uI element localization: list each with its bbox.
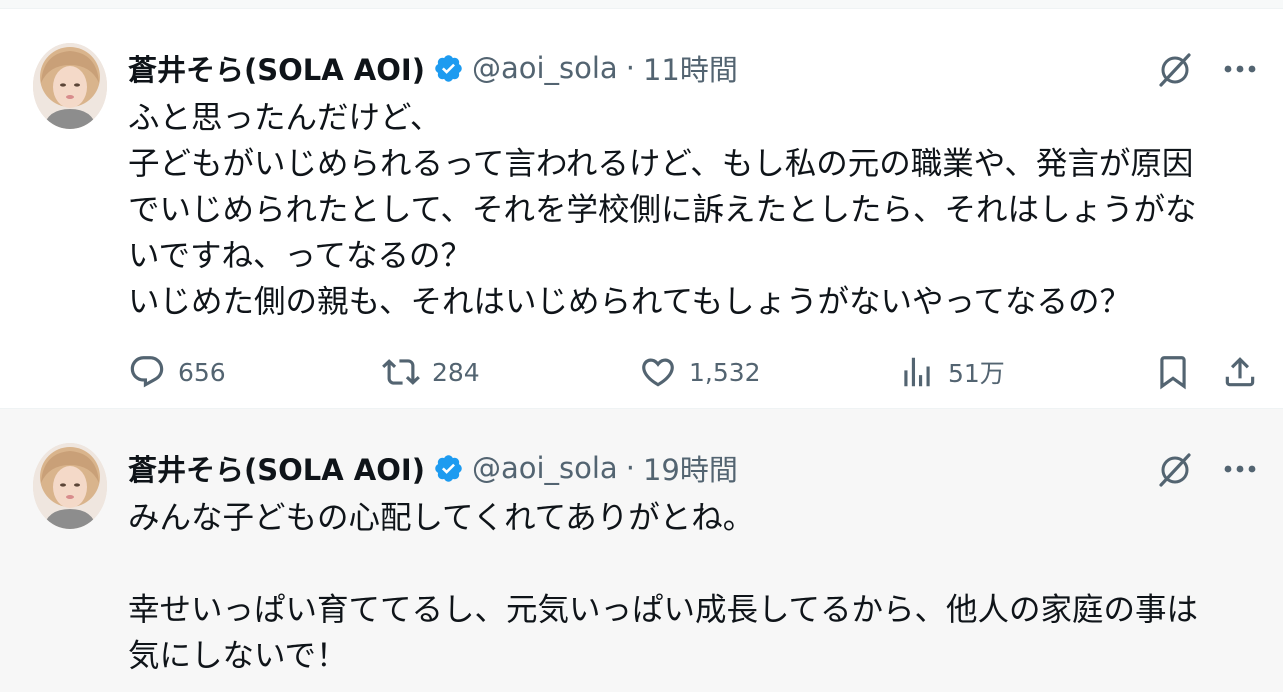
tweet-line: ふと思ったんだけど、	[128, 100, 442, 136]
author-handle[interactable]: @aoi_sola	[472, 451, 618, 485]
tweet-text: ふと思ったんだけど、 子どもがいじめられるって言われるけど、もし私の元の職業や、…	[128, 95, 1253, 325]
share-icon	[1225, 357, 1255, 387]
views-icon	[904, 357, 930, 387]
tweet-text: みんな子どもの心配してくれてありがとね。 幸せいっぱい育ててるし、元気いっぱい成…	[128, 495, 1253, 679]
tweet-line: 幸せいっぱい育ててるし、元気いっぱい成長してるから、他人の家庭の事は	[128, 592, 1199, 628]
retweet-button[interactable]: 284	[382, 353, 480, 391]
views-count: 51万	[948, 359, 1005, 388]
top-divider	[0, 0, 1283, 9]
tweet-header: 蒼井そら(SOLA AOI) @aoi_sola · 11時間	[128, 49, 738, 87]
author-name[interactable]: 蒼井そら(SOLA AOI)	[128, 447, 425, 489]
reply-count: 656	[178, 357, 226, 387]
retweet-icon	[382, 359, 420, 385]
bookmark-button[interactable]	[1154, 353, 1204, 391]
verified-badge-icon[interactable]	[433, 53, 464, 84]
verified-badge-icon[interactable]	[433, 453, 464, 484]
retweet-count: 284	[432, 357, 480, 387]
tweet-line: みんな子どもの心配してくれてありがとね。	[128, 500, 755, 536]
like-button[interactable]: 1,532	[639, 353, 761, 391]
separator: ·	[625, 451, 635, 485]
bookmark-icon	[1160, 356, 1186, 390]
tweet-header: 蒼井そら(SOLA AOI) @aoi_sola · 19時間	[128, 449, 738, 487]
tweet-line: でいじめられたとして、それを学校側に訴えたとしたら、それはしょうがな	[128, 192, 1197, 228]
heart-icon	[642, 358, 674, 387]
reply-button[interactable]: 656	[128, 353, 226, 391]
tweet-2[interactable]: 蒼井そら(SOLA AOI) @aoi_sola · 19時間 みんな子どもの心…	[0, 409, 1283, 692]
views-button[interactable]: 51万	[898, 353, 1005, 391]
tweet-line	[128, 541, 1253, 587]
author-handle[interactable]: @aoi_sola	[472, 51, 618, 85]
share-button[interactable]	[1221, 353, 1271, 391]
tweet-line: 気にしないで！	[128, 638, 348, 674]
tweet-actions: 656 284 1,532 51万	[128, 349, 1256, 395]
tweet-header-actions	[1155, 449, 1257, 489]
timestamp[interactable]: 19時間	[643, 447, 738, 489]
timestamp[interactable]: 11時間	[643, 47, 738, 89]
tweet-header-actions	[1155, 49, 1257, 89]
tweet-line: いですね、ってなるの？	[128, 238, 472, 274]
tweet-line: いじめた側の親も、それはいじめられてもしょうがないやってなるの？	[128, 284, 1131, 320]
reply-icon	[130, 356, 164, 388]
like-count: 1,532	[689, 357, 761, 387]
author-name[interactable]: 蒼井そら(SOLA AOI)	[128, 47, 425, 89]
avatar[interactable]	[33, 443, 107, 529]
grok-icon[interactable]	[1155, 49, 1195, 89]
separator: ·	[625, 51, 635, 85]
grok-icon[interactable]	[1155, 449, 1195, 489]
avatar[interactable]	[33, 43, 107, 129]
tweet-line: 子どもがいじめられるって言われるけど、もし私の元の職業や、発言が原因	[128, 146, 1194, 182]
tweet-1[interactable]: 蒼井そら(SOLA AOI) @aoi_sola · 11時間 ふと思ったんだけ…	[0, 9, 1283, 409]
more-icon[interactable]	[1223, 464, 1257, 474]
more-icon[interactable]	[1223, 64, 1257, 74]
